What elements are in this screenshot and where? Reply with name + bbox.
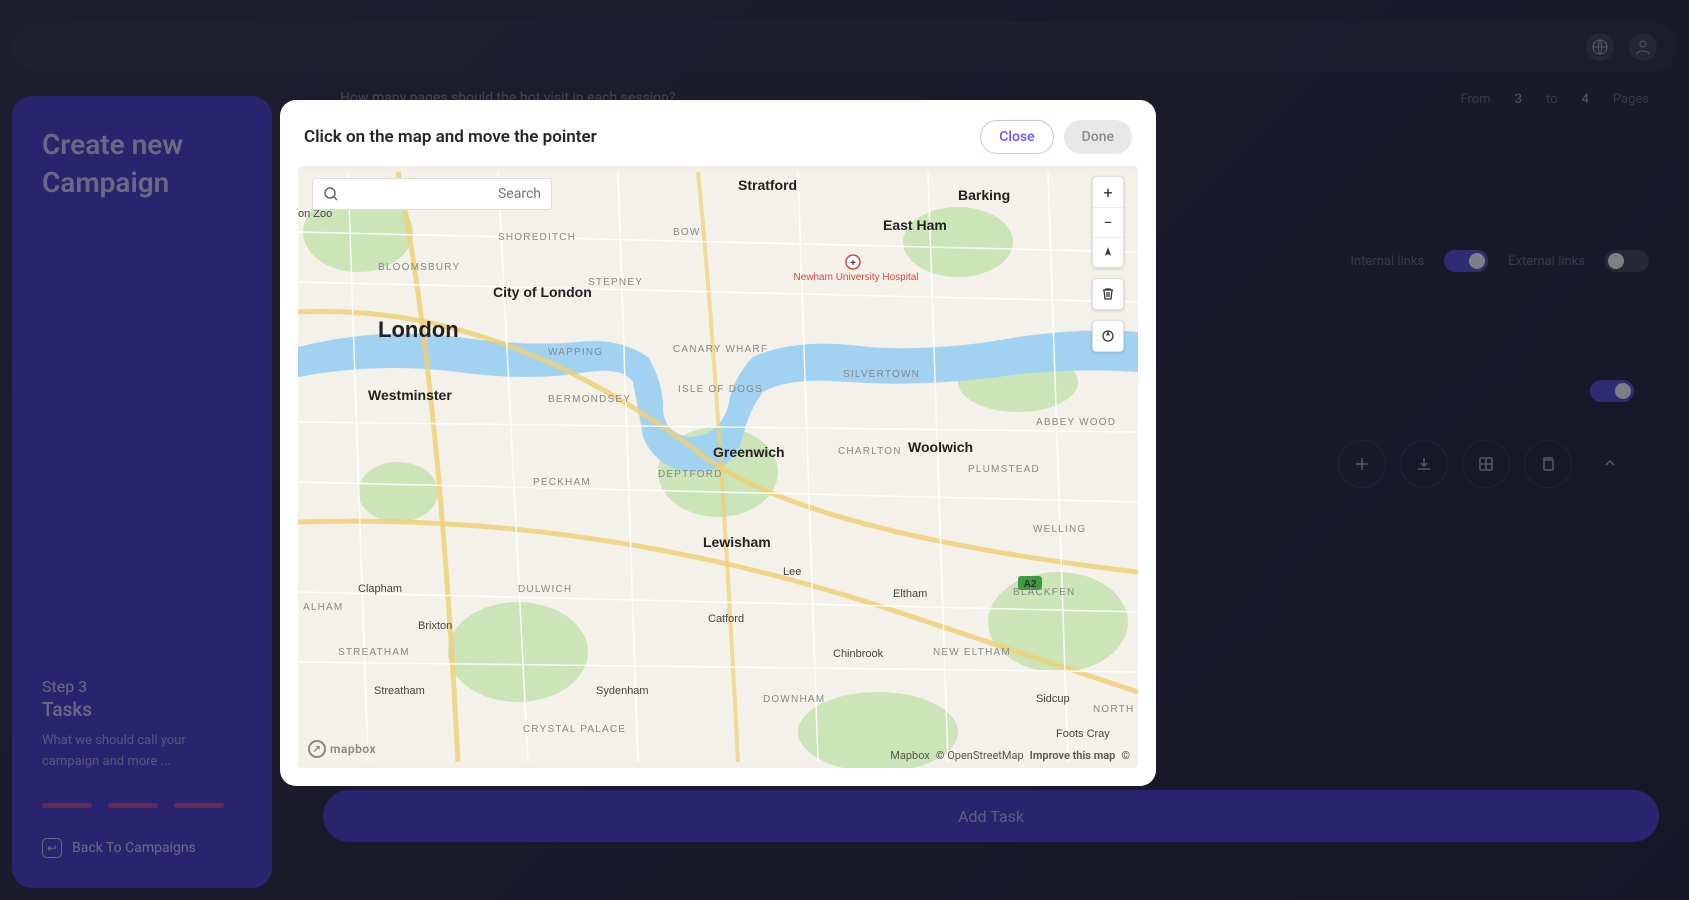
map-svg: A2 + London Westminster City of London S… [298,166,1138,768]
attrib-mapbox[interactable]: Mapbox [890,749,930,762]
zoom-in-button[interactable]: + [1093,177,1123,207]
svg-text:Eltham: Eltham [893,588,927,600]
svg-text:Westminster: Westminster [368,387,452,403]
modal-title: Click on the map and move the pointer [304,127,597,147]
locate-icon[interactable] [1093,321,1123,351]
done-button[interactable]: Done [1064,120,1132,154]
svg-text:Foots Cray: Foots Cray [1056,728,1110,740]
locate-group [1092,320,1124,352]
map-canvas[interactable]: A2 + London Westminster City of London S… [298,166,1138,768]
close-button[interactable]: Close [980,120,1053,154]
compass-button[interactable] [1093,237,1123,267]
svg-text:Streatham: Streatham [374,685,425,697]
svg-text:STEPNEY: STEPNEY [588,277,643,288]
svg-text:SHOREDITCH: SHOREDITCH [498,232,576,243]
zoom-group: + − [1092,176,1124,268]
attrib-osm[interactable]: © OpenStreetMap [936,749,1024,762]
svg-text:Catford: Catford [708,613,744,625]
svg-text:London: London [378,317,459,342]
svg-text:Newham University Hospital: Newham University Hospital [793,272,918,283]
svg-text:DEPTFORD: DEPTFORD [658,469,723,480]
svg-text:CHARLTON: CHARLTON [838,446,902,457]
svg-text:WAPPING: WAPPING [548,347,603,358]
svg-text:Stratford: Stratford [738,177,797,193]
map-logo: ↗ mapbox [308,740,376,758]
svg-text:PLUMSTEAD: PLUMSTEAD [968,464,1040,475]
svg-text:BLOOMSBURY: BLOOMSBURY [378,262,460,273]
trash-icon[interactable] [1093,279,1123,309]
zoom-out-button[interactable]: − [1093,207,1123,237]
svg-text:Sidcup: Sidcup [1036,693,1070,705]
map-search[interactable] [312,178,552,210]
svg-text:ALHAM: ALHAM [303,602,343,613]
mapbox-label: mapbox [330,742,376,756]
svg-text:CRYSTAL PALACE: CRYSTAL PALACE [523,724,626,735]
trash-group [1092,278,1124,310]
svg-text:Woolwich: Woolwich [908,439,973,455]
svg-text:ABBEY WOOD: ABBEY WOOD [1036,417,1116,428]
svg-text:SILVERTOWN: SILVERTOWN [843,369,920,380]
svg-text:Lewisham: Lewisham [703,534,771,550]
svg-text:City of London: City of London [493,284,592,300]
modal-header: Click on the map and move the pointer Cl… [280,100,1156,166]
svg-text:+: + [850,258,856,269]
search-icon [323,186,339,202]
map-attribution: Mapbox © OpenStreetMap Improve this map … [890,749,1130,762]
attrib-c: © [1121,749,1130,762]
svg-text:ISLE OF DOGS: ISLE OF DOGS [678,384,763,395]
svg-text:Sydenham: Sydenham [596,685,649,697]
svg-text:Chinbrook: Chinbrook [833,648,884,660]
svg-text:WELLING: WELLING [1033,524,1086,535]
modal-overlay[interactable]: Click on the map and move the pointer Cl… [0,0,1689,900]
svg-text:STREATHAM: STREATHAM [338,647,410,658]
svg-text:Greenwich: Greenwich [713,444,785,460]
svg-text:Clapham: Clapham [358,583,402,595]
map-modal: Click on the map and move the pointer Cl… [280,100,1156,786]
svg-text:NEW ELTHAM: NEW ELTHAM [933,647,1011,658]
svg-text:East Ham: East Ham [883,217,947,233]
search-input[interactable] [347,186,541,202]
svg-text:BERMONDSEY: BERMONDSEY [548,394,631,405]
mapbox-icon: ↗ [308,740,326,758]
svg-text:BLACKFEN: BLACKFEN [1013,587,1075,598]
svg-text:DULWICH: DULWICH [518,584,572,595]
map-controls: + − [1092,176,1124,352]
svg-text:Barking: Barking [958,187,1010,203]
svg-text:Lee: Lee [783,566,801,578]
svg-text:BOW: BOW [673,227,701,238]
attrib-improve[interactable]: Improve this map [1030,749,1116,762]
svg-text:CANARY WHARF: CANARY WHARF [673,344,768,355]
svg-text:NORTH CRAY: NORTH CRAY [1093,704,1138,715]
svg-text:Brixton: Brixton [418,620,452,632]
svg-text:DOWNHAM: DOWNHAM [763,694,825,705]
modal-actions: Close Done [980,120,1132,154]
svg-text:PECKHAM: PECKHAM [533,477,591,488]
